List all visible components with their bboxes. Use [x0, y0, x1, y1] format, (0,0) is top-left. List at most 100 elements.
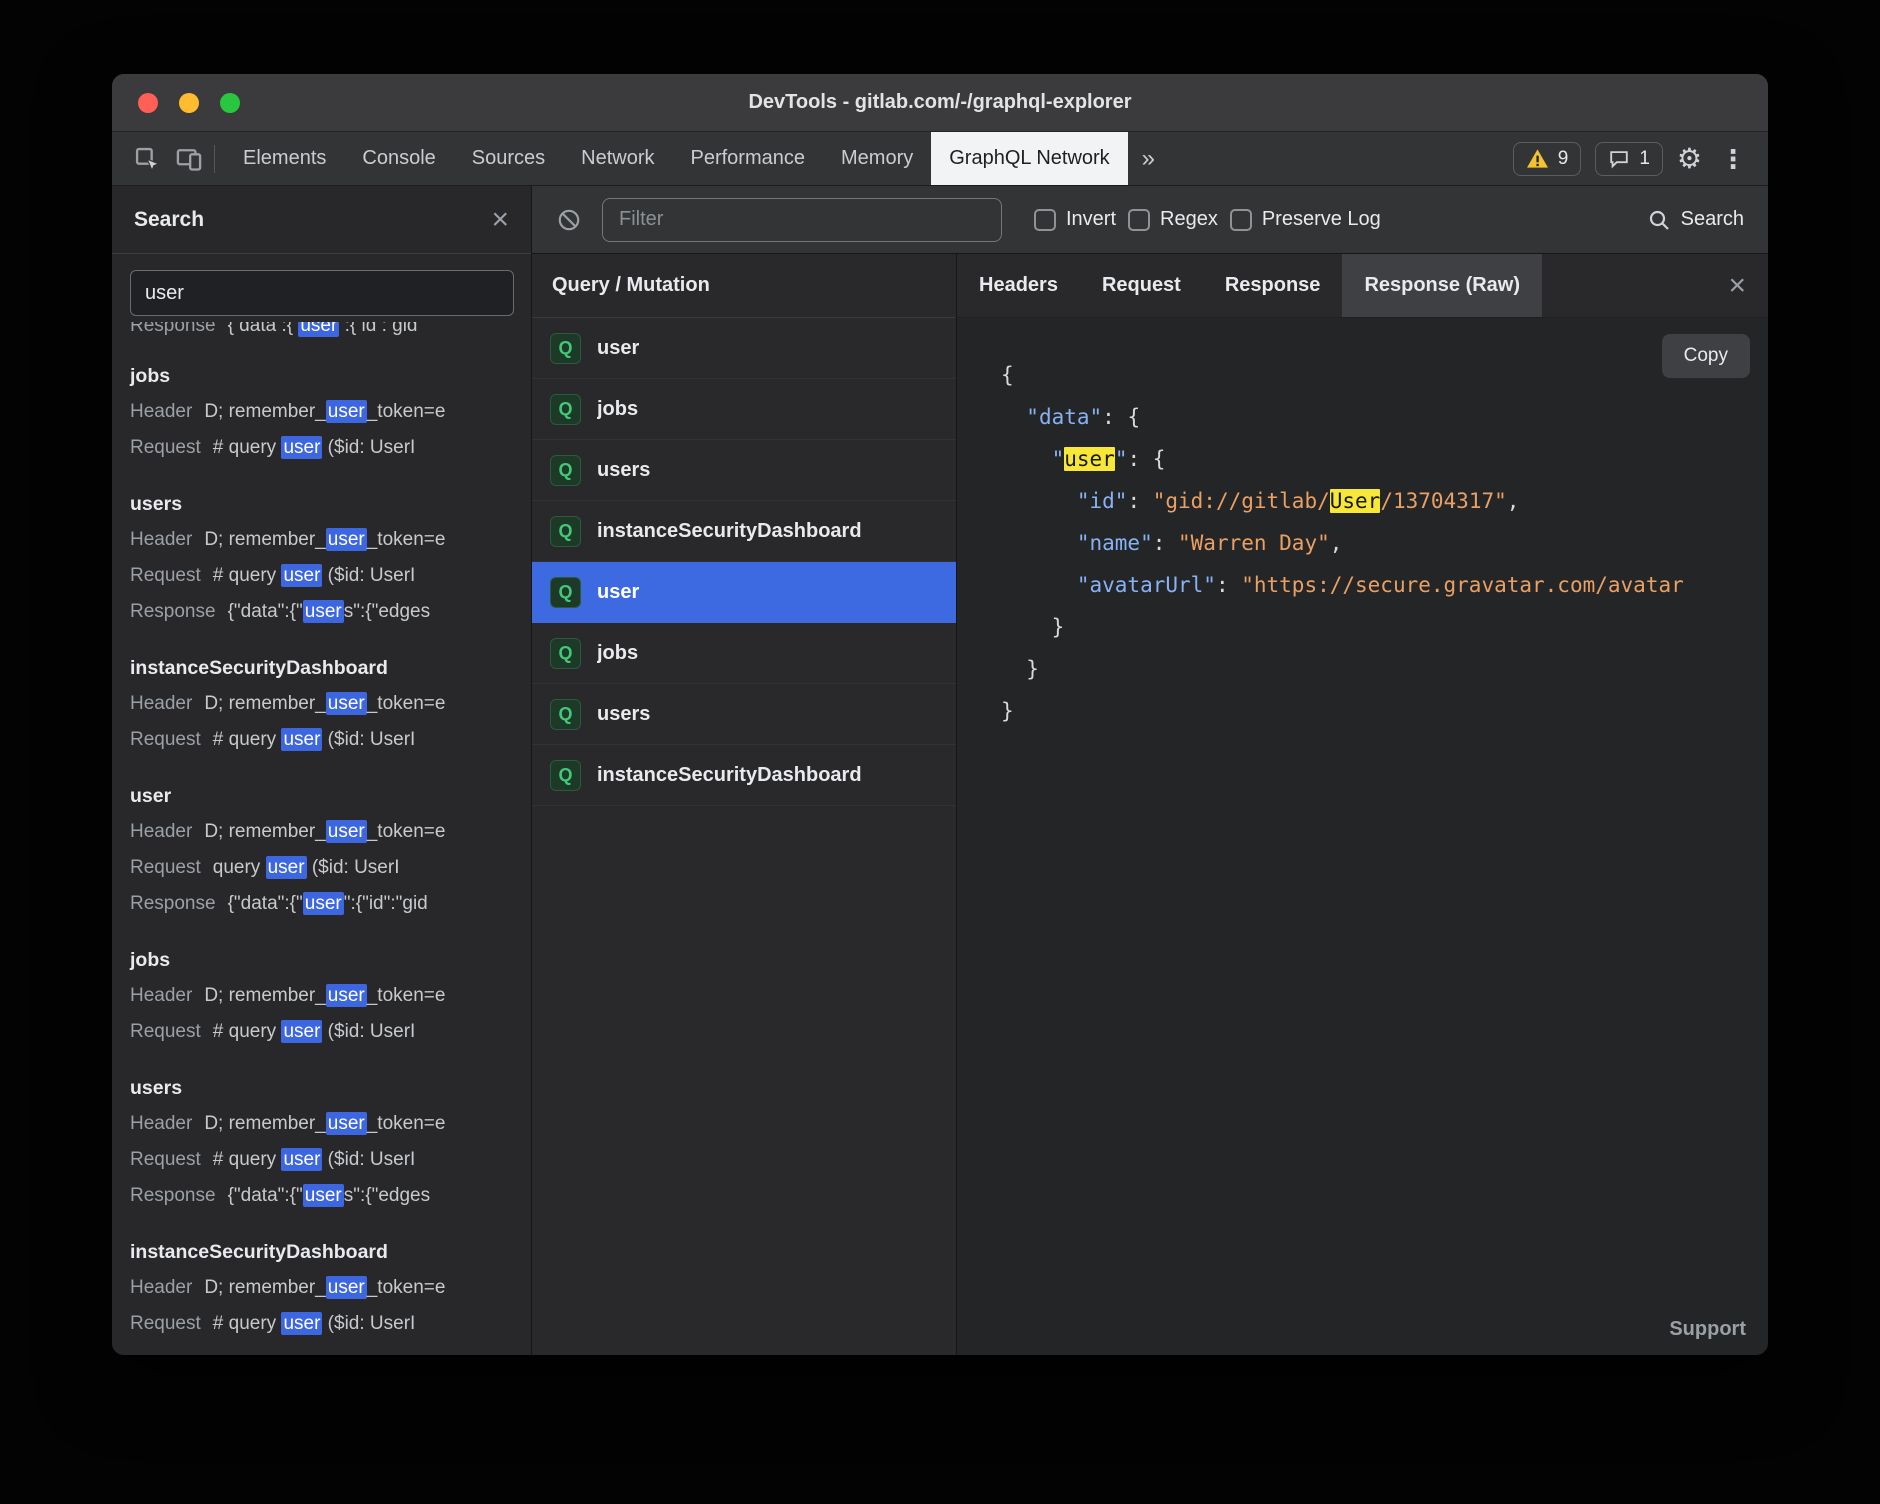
json-token: : { — [1102, 405, 1140, 429]
result-line[interactable]: Response{"data":{"user":{"id":"gid — [130, 886, 513, 922]
tab-sources[interactable]: Sources — [454, 132, 563, 185]
kebab-menu-icon[interactable]: ⋮ — [1716, 146, 1750, 172]
text-run: _token=e — [367, 985, 446, 1006]
result-line[interactable]: Request# query user ($id: UserI — [130, 430, 513, 466]
tab-network[interactable]: Network — [563, 132, 672, 185]
result-line[interactable]: HeaderD; remember_user_token=e — [130, 1270, 513, 1306]
result-line[interactable]: Request# query user ($id: UserI — [130, 1142, 513, 1178]
devtools-toolbar: ElementsConsoleSourcesNetworkPerformance… — [112, 132, 1768, 186]
support-link[interactable]: Support — [1669, 1318, 1746, 1341]
query-type-badge: Q — [550, 516, 581, 547]
query-item-jobs[interactable]: Qjobs — [532, 623, 956, 684]
regex-checkbox[interactable]: Regex — [1128, 208, 1218, 231]
settings-gear-icon[interactable]: ⚙ — [1677, 145, 1702, 173]
detail-tab-response[interactable]: Response — [1203, 254, 1343, 317]
search-input[interactable] — [130, 270, 514, 316]
detail-tab-headers[interactable]: Headers — [957, 254, 1080, 317]
json-token: " — [1052, 447, 1065, 471]
search-close-icon[interactable]: × — [491, 205, 509, 235]
match-highlight: user — [266, 856, 307, 879]
result-line[interactable]: Request# query user ($id: UserI — [130, 722, 513, 758]
result-line[interactable]: HeaderD; remember_user_token=e — [130, 978, 513, 1014]
result-line[interactable]: Request# query user ($id: UserI — [130, 1306, 513, 1342]
result-group-title: users — [130, 486, 513, 522]
screen: DevTools - gitlab.com/-/graphql-explorer… — [0, 0, 1880, 1504]
text-run: _token=e — [367, 1277, 446, 1298]
json-line: } — [1001, 648, 1768, 690]
detail-tab-request[interactable]: Request — [1080, 254, 1203, 317]
close-window-button[interactable] — [138, 93, 158, 113]
issues-badge[interactable]: 9 — [1513, 142, 1582, 176]
query-item-jobs[interactable]: Qjobs — [532, 379, 956, 440]
result-line[interactable]: HeaderD; remember_user_token=e — [130, 522, 513, 558]
query-item-label: instanceSecurityDashboard — [597, 520, 862, 543]
json-token: : { — [1127, 447, 1165, 471]
json-token: " — [1115, 447, 1128, 471]
tab-elements[interactable]: Elements — [225, 132, 344, 185]
result-line[interactable]: Response{"data":{"users":{"edges — [130, 1178, 513, 1214]
messages-badge[interactable]: 1 — [1595, 142, 1663, 176]
match-highlight: user — [303, 892, 344, 915]
result-line[interactable]: Request# query user ($id: UserI — [130, 558, 513, 594]
preserve-log-checkbox[interactable]: Preserve Log — [1230, 208, 1381, 231]
text-run: ":{"id":"gid — [344, 893, 428, 914]
query-item-users[interactable]: Qusers — [532, 440, 956, 501]
query-item-label: user — [597, 337, 639, 360]
query-item-label: users — [597, 703, 650, 726]
lower-split: Query / Mutation QuserQjobsQusersQinstan… — [532, 254, 1768, 1355]
search-match-highlight: user — [1064, 447, 1115, 471]
result-line[interactable]: HeaderD; remember_user_token=e — [130, 394, 513, 430]
text-run: ($id: UserI — [322, 1021, 415, 1042]
text-run: _token=e — [367, 693, 446, 714]
filter-input[interactable] — [602, 198, 1002, 242]
match-highlight: user — [326, 984, 367, 1007]
tab-memory[interactable]: Memory — [823, 132, 931, 185]
detail-close-icon[interactable]: × — [1728, 271, 1746, 301]
result-line[interactable]: Request# query user ($id: UserI — [130, 1014, 513, 1050]
clipped-result-line[interactable]: Response{ data :{ user :{ id : gid — [130, 322, 513, 338]
message-bubble-icon — [1608, 148, 1630, 170]
minimize-window-button[interactable] — [179, 93, 199, 113]
match-highlight: user — [281, 1148, 322, 1171]
tab-graphql-network[interactable]: GraphQL Network — [931, 132, 1127, 185]
zoom-window-button[interactable] — [220, 93, 240, 113]
checkbox-label: Regex — [1160, 208, 1218, 231]
tab-console[interactable]: Console — [344, 132, 453, 185]
text-run: D; remember_ — [204, 821, 325, 842]
json-line: } — [1001, 606, 1768, 648]
detail-tab-response-raw[interactable]: Response (Raw) — [1342, 254, 1542, 317]
query-item-user[interactable]: Quser — [532, 562, 956, 623]
tab-performance[interactable]: Performance — [673, 132, 824, 185]
match-highlight: user — [326, 1112, 367, 1135]
text-run: D; remember_ — [204, 693, 325, 714]
match-highlight: user — [281, 728, 322, 751]
query-list: QuserQjobsQusersQinstanceSecurityDashboa… — [532, 318, 956, 1355]
inspect-icon[interactable] — [126, 138, 168, 180]
issues-count: 9 — [1558, 148, 1569, 170]
result-line[interactable]: Requestquery user ($id: UserI — [130, 850, 513, 886]
text-run: _token=e — [367, 529, 446, 550]
search-panel-header: Search × — [112, 186, 531, 254]
result-line[interactable]: HeaderD; remember_user_token=e — [130, 1106, 513, 1142]
query-item-users[interactable]: Qusers — [532, 684, 956, 745]
detail-panel: HeadersRequestResponseResponse (Raw) × C… — [957, 254, 1768, 1355]
network-search-button[interactable]: Search — [1647, 208, 1744, 232]
more-tabs-chevron[interactable]: » — [1128, 145, 1169, 173]
text-run: s":{"edges — [344, 601, 430, 622]
device-toolbar-icon[interactable] — [168, 138, 210, 180]
json-token — [1001, 447, 1052, 471]
result-line[interactable]: HeaderD; remember_user_token=e — [130, 686, 513, 722]
result-group-title: user — [130, 778, 513, 814]
text-run: query — [213, 857, 266, 878]
json-token — [1001, 405, 1026, 429]
result-line[interactable]: Response{"data":{"users":{"edges — [130, 594, 513, 630]
block-icon[interactable] — [556, 207, 582, 233]
query-item-instancesecuritydashboard[interactable]: QinstanceSecurityDashboard — [532, 745, 956, 806]
copy-button[interactable]: Copy — [1662, 334, 1750, 378]
query-item-user[interactable]: Quser — [532, 318, 956, 379]
checkbox-box — [1128, 209, 1150, 231]
result-line[interactable]: HeaderD; remember_user_token=e — [130, 814, 513, 850]
query-item-instancesecuritydashboard[interactable]: QinstanceSecurityDashboard — [532, 501, 956, 562]
invert-checkbox[interactable]: Invert — [1034, 208, 1116, 231]
query-item-label: jobs — [597, 398, 638, 421]
